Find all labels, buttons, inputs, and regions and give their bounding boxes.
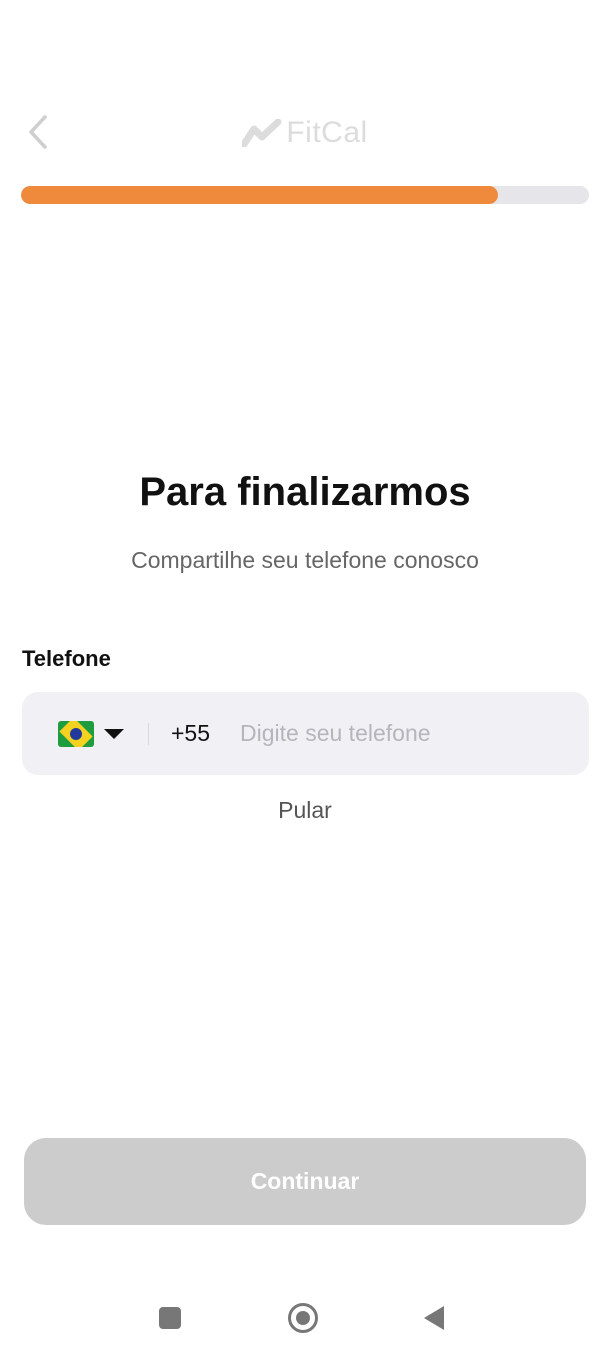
progress-bar — [21, 186, 589, 204]
continue-button[interactable]: Continuar — [24, 1138, 586, 1225]
brazil-flag-icon — [58, 720, 94, 747]
skip-link[interactable]: Pular — [0, 797, 610, 824]
square-icon[interactable] — [159, 1307, 181, 1329]
page-title: Para finalizarmos — [139, 470, 471, 514]
phone-field: +55 — [22, 692, 589, 775]
signup-phone-screen: FitCal Para finalizarmos Compartilhe seu… — [0, 0, 610, 1356]
phone-label: Telefone — [22, 646, 111, 671]
app-logo: FitCal — [0, 112, 610, 154]
country-picker[interactable] — [58, 714, 124, 754]
field-divider — [148, 722, 149, 745]
page-subtitle: Compartilhe seu telefone conosco — [131, 547, 479, 573]
progress-fill — [21, 186, 499, 204]
phone-input[interactable] — [240, 713, 589, 754]
triangle-back-icon[interactable] — [424, 1306, 444, 1330]
circle-home-icon[interactable] — [288, 1303, 318, 1333]
dial-code: +55 — [171, 720, 211, 746]
logo-text: FitCal — [286, 116, 368, 149]
trend-line-icon — [242, 119, 282, 147]
system-nav-bar — [0, 1290, 610, 1346]
caret-down-icon — [104, 728, 124, 739]
